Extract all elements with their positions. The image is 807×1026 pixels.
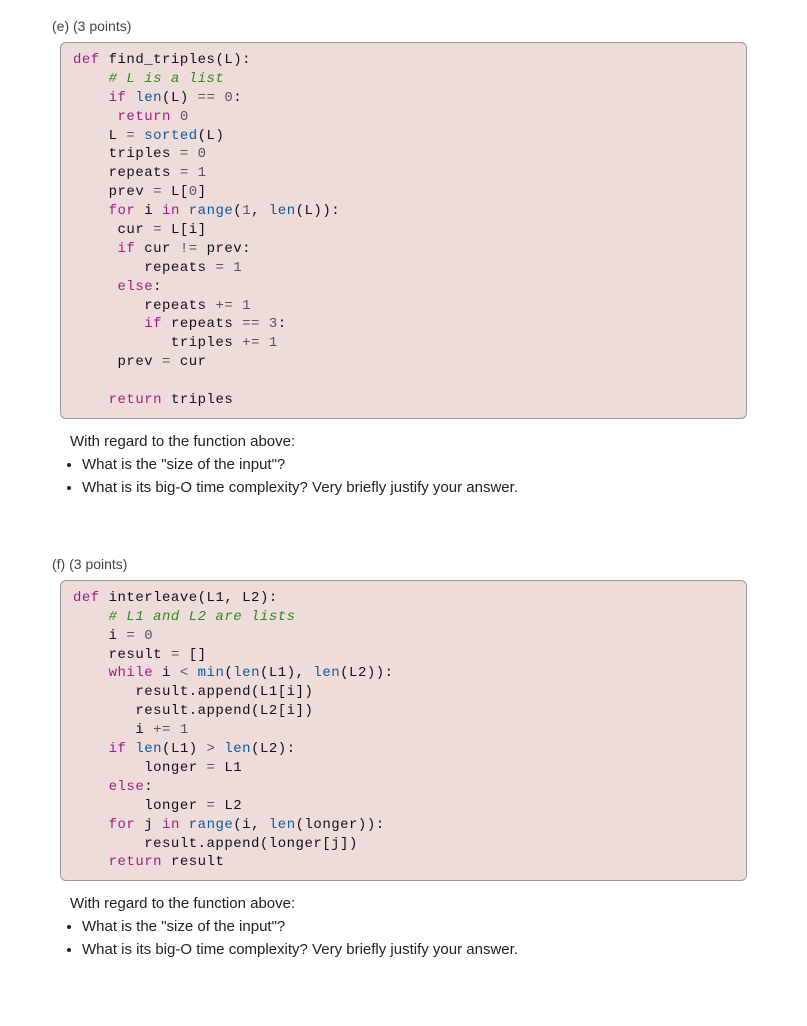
problem-e-header: (e) (3 points): [52, 18, 747, 34]
problem-label: (e): [52, 18, 69, 34]
problem-label: (f): [52, 556, 65, 572]
list-item: What is the "size of the input"?: [82, 456, 747, 473]
list-item: What is its big-O time complexity? Very …: [82, 479, 747, 496]
question-list-f: What is the "size of the input"? What is…: [82, 918, 747, 958]
code-block-f: def interleave(L1, L2): # L1 and L2 are …: [60, 580, 747, 881]
question-list-e: What is the "size of the input"? What is…: [82, 456, 747, 496]
list-item: What is its big-O time complexity? Very …: [82, 941, 747, 958]
spacer: [60, 524, 747, 548]
problem-f-header: (f) (3 points): [52, 556, 747, 572]
list-item: What is the "size of the input"?: [82, 918, 747, 935]
prompt-text-e: With regard to the function above:: [70, 433, 747, 450]
page-content: (e) (3 points) def find_triples(L): # L …: [0, 0, 807, 1026]
code-block-e: def find_triples(L): # L is a list if le…: [60, 42, 747, 419]
prompt-text-f: With regard to the function above:: [70, 895, 747, 912]
problem-points: (3 points): [73, 18, 131, 34]
problem-points: (3 points): [69, 556, 127, 572]
